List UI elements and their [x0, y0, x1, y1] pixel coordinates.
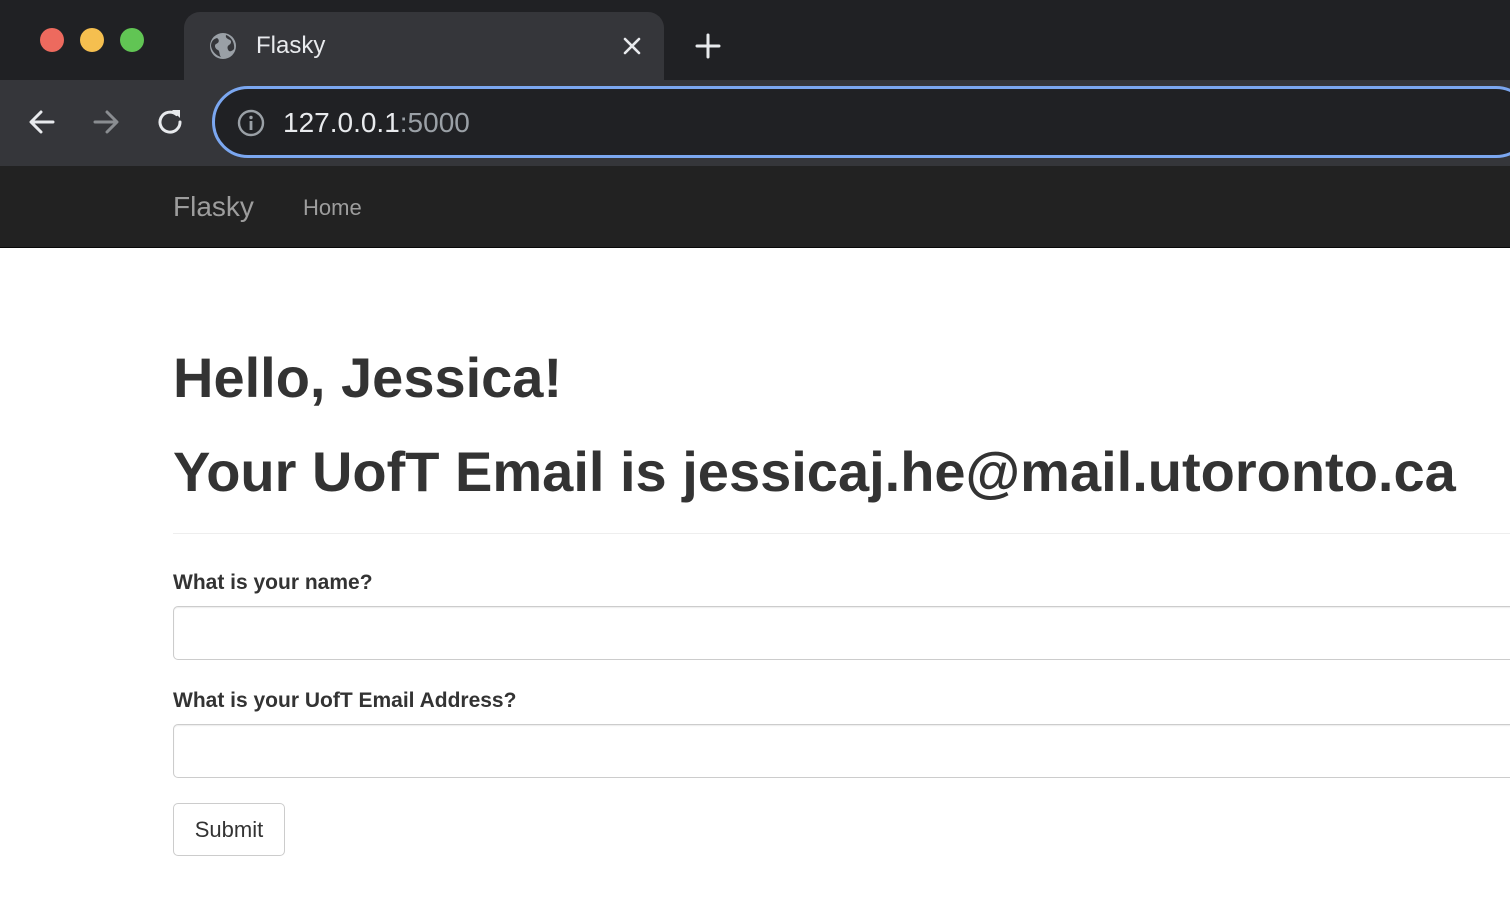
globe-icon: [208, 31, 238, 61]
site-navbar: Flasky Home: [0, 166, 1510, 248]
browser-tab[interactable]: Flasky: [184, 12, 664, 80]
reload-icon[interactable]: [150, 102, 190, 142]
nav-link-home[interactable]: Home: [303, 194, 362, 222]
email-label: What is your UofT Email Address?: [173, 689, 517, 712]
tab-title: Flasky: [256, 32, 326, 59]
browser-toolbar: 127.0.0.1:5000: [0, 80, 1510, 166]
window-maximize-button[interactable]: [120, 28, 144, 52]
plus-icon[interactable]: [692, 30, 724, 62]
arrow-left-icon[interactable]: [22, 102, 62, 142]
browser-tabstrip: Flasky: [0, 0, 1510, 80]
arrow-right-icon[interactable]: [86, 102, 126, 142]
email-heading: Your UofT Email is jessicaj.he@mail.utor…: [173, 440, 1456, 503]
name-input[interactable]: [173, 606, 1510, 660]
window-minimize-button[interactable]: [80, 28, 104, 52]
close-icon[interactable]: [618, 32, 646, 60]
email-input[interactable]: [173, 724, 1510, 778]
navbar-brand[interactable]: Flasky: [173, 190, 254, 224]
name-label: What is your name?: [173, 571, 373, 594]
url-port: :5000: [399, 107, 470, 138]
url-text[interactable]: 127.0.0.1:5000: [283, 106, 470, 140]
window-close-button[interactable]: [40, 28, 64, 52]
submit-button[interactable]: Submit: [173, 803, 285, 856]
page-divider: [173, 533, 1510, 534]
url-host: 127.0.0.1: [283, 107, 400, 138]
greeting-heading: Hello, Jessica!: [173, 346, 563, 409]
address-bar[interactable]: 127.0.0.1:5000: [212, 86, 1510, 158]
info-icon[interactable]: [237, 109, 265, 137]
